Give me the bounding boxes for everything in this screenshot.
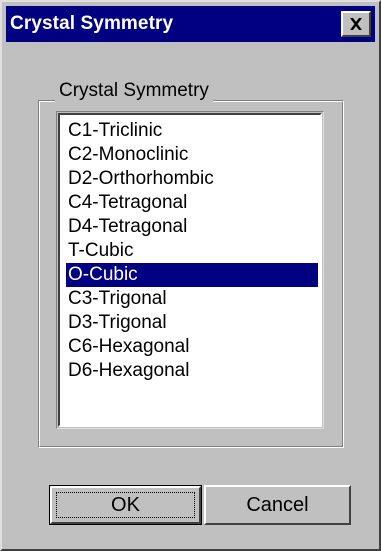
close-icon xyxy=(349,18,363,30)
list-item[interactable]: C1-Triclinic xyxy=(66,119,318,143)
list-item[interactable]: D6-Hexagonal xyxy=(66,359,318,383)
ok-button[interactable]: OK xyxy=(49,485,202,525)
cancel-button[interactable]: Cancel xyxy=(204,485,351,525)
ok-button-label: OK xyxy=(111,493,140,516)
cancel-button-label: Cancel xyxy=(246,493,309,516)
window-title: Crystal Symmetry xyxy=(10,13,174,34)
list-item[interactable]: D2-Orthorhombic xyxy=(66,167,318,191)
title-bar[interactable]: Crystal Symmetry xyxy=(6,6,375,42)
list-item[interactable]: C2-Monoclinic xyxy=(66,143,318,167)
list-item[interactable]: C4-Tetragonal xyxy=(66,191,318,215)
list-item[interactable]: C3-Trigonal xyxy=(66,287,318,311)
list-item[interactable]: O-Cubic xyxy=(66,263,318,287)
group-legend: Crystal Symmetry xyxy=(55,80,213,102)
list-item[interactable]: D3-Trigonal xyxy=(66,311,318,335)
close-button[interactable] xyxy=(341,11,371,37)
symmetry-listbox[interactable]: C1-Triclinic C2-Monoclinic D2-Orthorhombic… xyxy=(58,113,322,427)
list-item[interactable]: D4-Tetragonal xyxy=(66,215,318,239)
list-item[interactable]: C6-Hexagonal xyxy=(66,335,318,359)
list-item[interactable]: T-Cubic xyxy=(66,239,318,263)
